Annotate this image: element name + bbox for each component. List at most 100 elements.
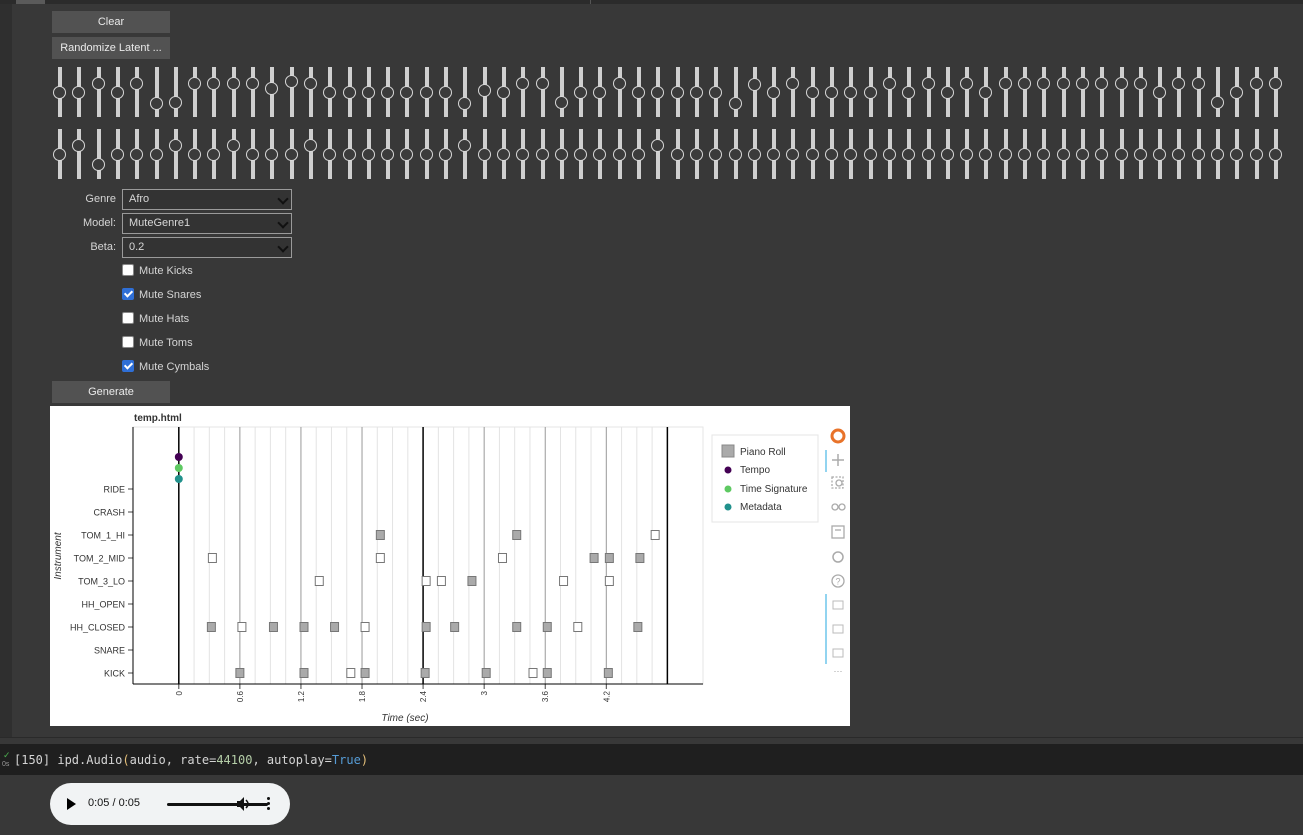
latent-slider[interactable] [632, 67, 646, 117]
latent-slider[interactable] [825, 129, 839, 179]
help-icon[interactable]: ? [831, 574, 845, 588]
slider-knob[interactable] [400, 86, 414, 99]
slider-knob[interactable] [593, 86, 607, 99]
latent-slider[interactable] [709, 67, 723, 117]
latent-slider[interactable] [535, 67, 550, 117]
slider-knob[interactable] [1018, 77, 1031, 90]
latent-slider[interactable] [574, 129, 588, 179]
slider-knob[interactable] [1172, 77, 1186, 90]
slider-knob[interactable] [53, 86, 66, 99]
latent-slider[interactable] [265, 129, 279, 179]
latent-slider[interactable] [825, 67, 839, 117]
latent-slider[interactable] [265, 67, 279, 117]
slider-knob[interactable] [844, 148, 858, 161]
latent-slider[interactable] [863, 129, 878, 179]
latent-slider[interactable] [940, 129, 955, 179]
slider-knob[interactable] [651, 139, 665, 152]
latent-slider[interactable] [72, 67, 86, 117]
slider-knob[interactable] [381, 148, 395, 161]
slider-knob[interactable] [882, 148, 896, 161]
slider-knob[interactable] [226, 139, 240, 152]
latent-slider[interactable] [516, 129, 530, 179]
mute-hats-checkbox[interactable] [122, 312, 134, 324]
latent-slider[interactable] [226, 129, 241, 179]
slider-knob[interactable] [979, 86, 993, 99]
latent-slider[interactable] [1153, 129, 1167, 179]
slider-knob[interactable] [419, 148, 433, 161]
slider-knob[interactable] [1133, 148, 1147, 161]
slider-knob[interactable] [1268, 77, 1282, 90]
latent-slider[interactable] [149, 129, 164, 179]
latent-slider[interactable] [1211, 129, 1225, 179]
latent-slider[interactable] [91, 67, 106, 117]
latent-slider[interactable] [1172, 129, 1186, 179]
latent-slider[interactable] [342, 129, 357, 179]
slider-knob[interactable] [110, 148, 124, 161]
latent-slider[interactable] [419, 129, 434, 179]
latent-slider[interactable] [632, 129, 646, 179]
latent-slider[interactable] [496, 67, 511, 117]
latent-slider[interactable] [72, 129, 86, 179]
slider-knob[interactable] [805, 86, 819, 99]
latent-slider[interactable] [284, 67, 299, 117]
slider-knob[interactable] [612, 77, 626, 90]
slider-knob[interactable] [1095, 148, 1109, 161]
beta-select[interactable]: 0.2 [122, 237, 292, 258]
slider-knob[interactable] [998, 77, 1012, 90]
slider-knob[interactable] [1191, 77, 1205, 90]
latent-slider[interactable] [805, 67, 820, 117]
latent-slider[interactable] [1230, 129, 1244, 179]
latent-slider[interactable] [593, 67, 607, 117]
slider-knob[interactable] [728, 97, 742, 110]
latent-slider[interactable] [1211, 67, 1225, 117]
slider-knob[interactable] [1114, 148, 1128, 161]
latent-slider[interactable] [882, 129, 897, 179]
model-select[interactable]: MuteGenre1 [122, 213, 292, 234]
latent-slider[interactable] [1172, 67, 1186, 117]
slider-knob[interactable] [1018, 148, 1031, 161]
latent-slider[interactable] [998, 129, 1013, 179]
code-text[interactable]: [150] ipd.Audio(audio, rate=44100, autop… [14, 753, 368, 767]
slider-knob[interactable] [130, 77, 144, 90]
hover-icon[interactable] [832, 600, 844, 610]
slider-knob[interactable] [419, 86, 433, 99]
latent-slider[interactable] [130, 129, 144, 179]
play-icon[interactable] [67, 798, 76, 810]
mute-cymbals-checkbox[interactable] [122, 360, 134, 372]
slider-knob[interactable] [921, 148, 935, 161]
latent-slider[interactable] [361, 129, 376, 179]
latent-slider[interactable] [400, 129, 414, 179]
slider-knob[interactable] [1114, 77, 1128, 90]
slider-knob[interactable] [574, 148, 588, 161]
slider-knob[interactable] [439, 148, 452, 161]
slider-knob[interactable] [477, 84, 491, 97]
latent-slider[interactable] [979, 67, 993, 117]
slider-knob[interactable] [786, 77, 800, 90]
slider-knob[interactable] [265, 148, 279, 161]
latent-slider[interactable] [168, 67, 183, 117]
slider-knob[interactable] [747, 148, 761, 161]
latent-slider[interactable] [419, 67, 434, 117]
slider-knob[interactable] [477, 148, 491, 161]
slider-knob[interactable] [1056, 148, 1070, 161]
slider-knob[interactable] [1230, 148, 1244, 161]
slider-knob[interactable] [940, 148, 954, 161]
slider-knob[interactable] [1133, 77, 1147, 90]
latent-slider[interactable] [1191, 67, 1206, 117]
slider-knob[interactable] [342, 148, 356, 161]
latent-slider[interactable] [1230, 67, 1244, 117]
latent-slider[interactable] [786, 67, 800, 117]
slider-knob[interactable] [226, 77, 240, 90]
cell-tab[interactable] [16, 0, 45, 4]
slider-knob[interactable] [1249, 148, 1263, 161]
genre-select[interactable]: Afro [122, 189, 292, 210]
slider-knob[interactable] [863, 86, 877, 99]
slider-knob[interactable] [689, 86, 703, 99]
slider-knob[interactable] [516, 148, 530, 161]
slider-knob[interactable] [1037, 148, 1051, 161]
slider-knob[interactable] [303, 139, 317, 152]
latent-slider[interactable] [728, 67, 743, 117]
slider-knob[interactable] [709, 86, 723, 99]
latent-slider[interactable] [1133, 67, 1148, 117]
latent-slider[interactable] [226, 67, 241, 117]
